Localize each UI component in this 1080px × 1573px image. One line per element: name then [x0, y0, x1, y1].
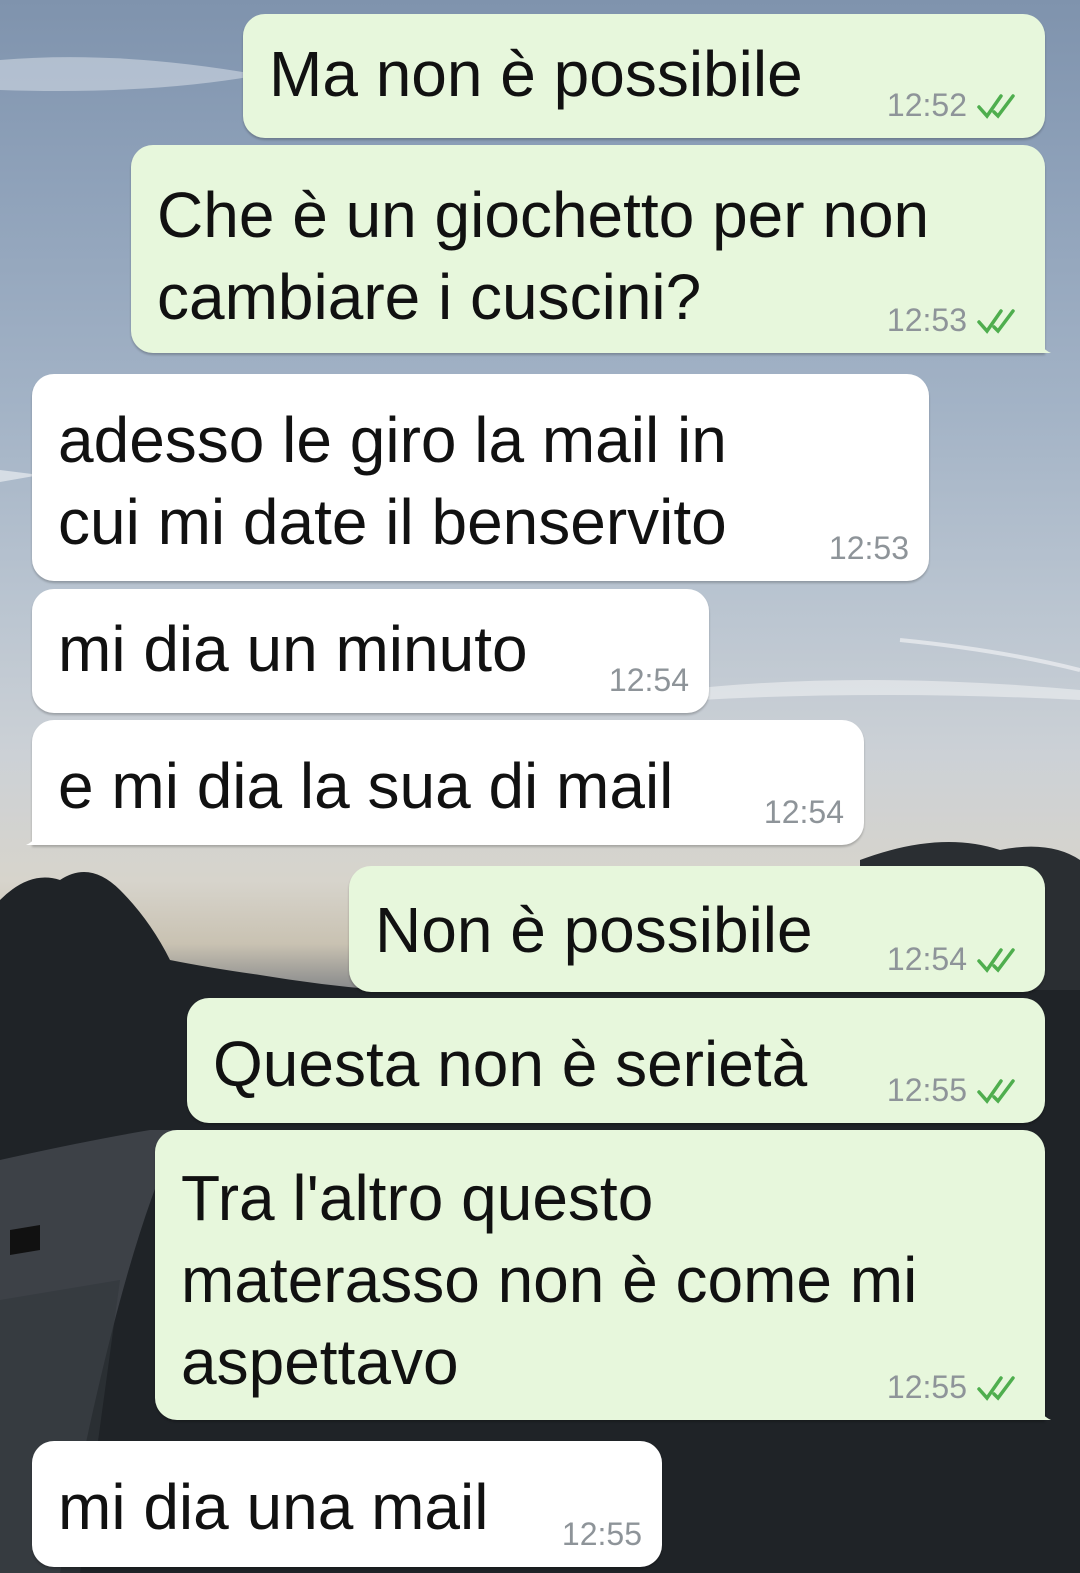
outgoing-message-bubble[interactable]: Non è possibile 12:54 — [349, 866, 1045, 992]
incoming-message-bubble[interactable]: mi dia una mail 12:55 — [32, 1441, 662, 1567]
double-check-icon — [977, 947, 1015, 973]
bubble-tail — [26, 817, 44, 845]
bubble-tail — [1033, 325, 1051, 353]
message-text: mi dia una mail — [58, 1471, 489, 1543]
message-text: Non è possibile — [375, 894, 813, 966]
message-meta: 12:55 — [562, 1516, 642, 1553]
message-meta: 12:54 — [609, 662, 689, 699]
message-meta: 12:52 — [887, 87, 1023, 124]
message-text: cui mi date il benservito — [58, 486, 727, 558]
message-time: 12:54 — [763, 794, 844, 830]
message-text: e mi dia la sua di mail — [58, 750, 674, 822]
double-check-icon — [977, 1078, 1015, 1104]
message-text: adesso le giro la mail in — [58, 404, 727, 476]
outgoing-message-bubble[interactable]: Tra l'altro questo materasso non è come … — [155, 1130, 1051, 1420]
message-meta: 12:55 — [887, 1369, 1023, 1406]
message-time: 12:53 — [886, 302, 967, 338]
message-text: Questa non è serietà — [213, 1028, 808, 1100]
message-meta: 12:55 — [887, 1072, 1023, 1109]
message-meta: 12:53 — [829, 530, 909, 567]
message-text: aspettavo — [181, 1326, 459, 1398]
message-text: materasso non è come mi — [181, 1244, 918, 1316]
message-time: 12:55 — [886, 1369, 967, 1405]
message-time: 12:53 — [828, 530, 909, 566]
incoming-message-bubble[interactable]: e mi dia la sua di mail 12:54 — [26, 720, 864, 845]
message-time: 12:54 — [608, 662, 689, 698]
outgoing-message-bubble[interactable]: Questa non è serietà 12:55 — [187, 998, 1045, 1123]
double-check-icon — [977, 308, 1015, 334]
message-time: 12:55 — [886, 1072, 967, 1108]
message-meta: 12:53 — [887, 302, 1023, 339]
outgoing-message-bubble[interactable]: Che è un giochetto per non cambiare i cu… — [131, 145, 1051, 353]
message-time: 12:54 — [886, 941, 967, 977]
message-time: 12:52 — [886, 87, 967, 123]
message-time: 12:55 — [561, 1516, 642, 1552]
double-check-icon — [977, 93, 1015, 119]
message-text: Che è un giochetto per non — [157, 179, 930, 251]
incoming-message-bubble[interactable]: mi dia un minuto 12:54 — [32, 589, 709, 713]
message-text: Ma non è possibile — [269, 38, 803, 110]
incoming-message-bubble[interactable]: adesso le giro la mail in cui mi date il… — [32, 374, 929, 581]
message-text: Tra l'altro questo — [181, 1162, 654, 1234]
message-text: cambiare i cuscini? — [157, 261, 702, 333]
message-meta: 12:54 — [887, 941, 1023, 978]
message-text: mi dia un minuto — [58, 613, 528, 685]
double-check-icon — [977, 1375, 1015, 1401]
bubble-tail — [1033, 1392, 1051, 1420]
outgoing-message-bubble[interactable]: Ma non è possibile 12:52 — [243, 14, 1045, 138]
message-meta: 12:54 — [764, 794, 844, 831]
